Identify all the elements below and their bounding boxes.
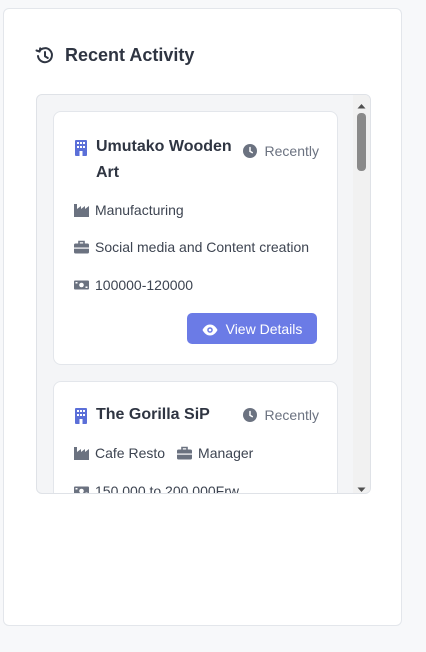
- time-label: Recently: [242, 402, 319, 428]
- salary-row: 150,000 to 200,000Frw: [74, 483, 239, 493]
- scroll-down-arrow-icon[interactable]: [357, 481, 366, 492]
- card-header: The Gorilla SiP Recently: [74, 402, 319, 428]
- salary-row: 100000-120000: [74, 277, 193, 293]
- details-row: Cafe Resto Manager: [74, 445, 253, 461]
- vertical-scrollbar[interactable]: [353, 95, 370, 493]
- time-text: Recently: [264, 407, 319, 423]
- activity-card: The Gorilla SiP Recently Cafe Resto Mana…: [53, 381, 338, 493]
- industry-icon: [74, 446, 89, 460]
- panel-title: Recent Activity: [65, 45, 195, 65]
- company-name: Umutako Wooden: [96, 138, 232, 155]
- role-text: Manager: [198, 445, 254, 461]
- scrollbar-thumb[interactable]: [357, 113, 366, 171]
- briefcase-icon: [177, 446, 193, 460]
- card-header: Umutako Wooden Art Recently: [74, 134, 319, 186]
- company: The Gorilla SiP: [74, 402, 210, 428]
- view-details-label: View Details: [225, 320, 303, 337]
- activity-list: Umutako Wooden Art Recently Manufacturin…: [37, 95, 355, 493]
- salary-text: 150,000 to 200,000Frw: [95, 483, 239, 493]
- activity-card: Umutako Wooden Art Recently Manufacturin…: [53, 111, 338, 365]
- clock-icon: [242, 144, 257, 158]
- panel-header: Recent Activity: [35, 45, 194, 66]
- industry-text: Manufacturing: [95, 202, 184, 218]
- building-icon: [74, 408, 88, 424]
- money-icon: [74, 484, 89, 493]
- company-name-cont: Art: [96, 164, 120, 181]
- recent-activity-panel: Recent Activity Umutako Wooden Art Recen…: [3, 8, 402, 626]
- money-icon: [74, 278, 89, 292]
- salary-text: 100000-120000: [95, 277, 194, 293]
- activity-scroll-list[interactable]: Umutako Wooden Art Recently Manufacturin…: [36, 94, 371, 494]
- briefcase-icon: [74, 240, 89, 254]
- clock-icon: [242, 408, 257, 422]
- role-text: Social media and Content creation: [95, 239, 310, 255]
- eye-icon: [202, 323, 218, 335]
- company-name: The Gorilla SiP: [96, 406, 210, 423]
- industry-row: Manufacturing: [74, 202, 184, 218]
- history-icon: [35, 46, 55, 66]
- scroll-up-arrow-icon[interactable]: [357, 98, 366, 109]
- industry-text: Cafe Resto: [95, 445, 166, 461]
- time-text: Recently: [264, 143, 319, 159]
- industry-icon: [74, 203, 89, 217]
- role-row: Social media and Content creation: [74, 239, 309, 255]
- company: Umutako Wooden Art: [74, 134, 232, 186]
- building-icon: [74, 140, 88, 156]
- view-details-button[interactable]: View Details: [187, 313, 317, 344]
- time-label: Recently: [242, 138, 319, 164]
